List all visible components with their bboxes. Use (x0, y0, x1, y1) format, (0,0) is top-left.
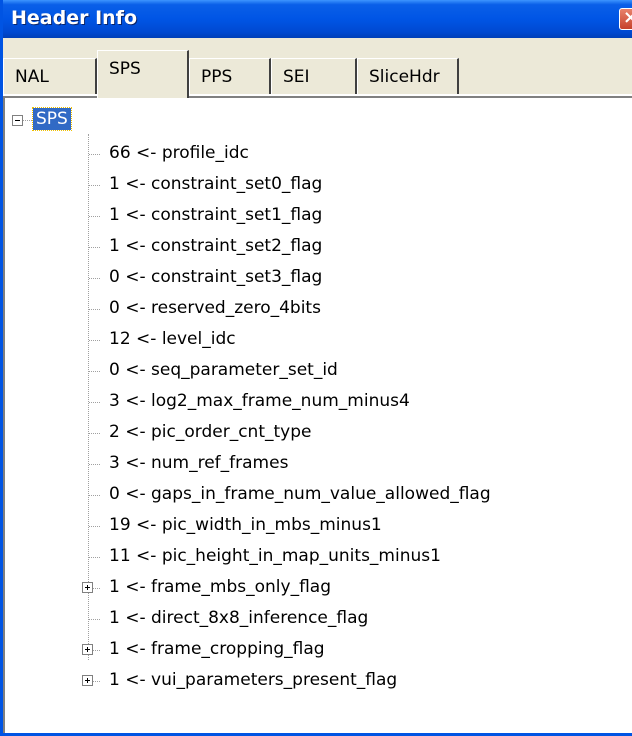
tree-item[interactable]: 3 <- num_ref_frames (5, 449, 625, 479)
expand-icon[interactable] (82, 582, 93, 593)
tree-item-expandable[interactable]: 1 <- frame_mbs_only_flag (5, 573, 625, 603)
header-info-window: Header Info × NAL SPS PPS SEI SliceHdr S… (0, 0, 632, 736)
tree-item[interactable]: 0 <- seq_parameter_set_id (5, 356, 625, 386)
close-button[interactable]: × (619, 7, 632, 30)
collapse-icon[interactable] (12, 115, 23, 126)
tab-label: NAL (15, 67, 49, 87)
tab-label: SliceHdr (369, 67, 440, 87)
tree-item[interactable]: 3 <- log2_max_frame_num_minus4 (5, 387, 625, 417)
tree-item-expandable[interactable]: 1 <- vui_parameters_present_flag (5, 666, 625, 696)
tab-label: SPS (109, 59, 141, 79)
tree-item[interactable]: 12 <- level_idc (5, 325, 625, 355)
tab-label: SEI (283, 67, 310, 87)
window-title: Header Info (11, 7, 137, 29)
tree-item[interactable]: 0 <- constraint_set3_flag (5, 263, 625, 293)
tree-item[interactable]: 1 <- direct_8x8_inference_flag (5, 604, 625, 634)
tree-item-expandable[interactable]: 1 <- frame_cropping_flag (5, 635, 625, 665)
tree-item[interactable]: 0 <- gaps_in_frame_num_value_allowed_fla… (5, 480, 625, 510)
tab-label: PPS (201, 67, 233, 87)
tab-sei[interactable]: SEI (271, 58, 357, 96)
tree-view[interactable]: SPS 66 <- profile_idc 1 <- constraint_se… (3, 96, 632, 733)
tree-item[interactable]: 11 <- pic_height_in_map_units_minus1 (5, 542, 625, 572)
title-bar[interactable]: Header Info × (3, 0, 632, 38)
expand-icon[interactable] (82, 644, 93, 655)
tab-strip: NAL SPS PPS SEI SliceHdr (3, 38, 632, 98)
tree-item[interactable]: 19 <- pic_width_in_mbs_minus1 (5, 511, 625, 541)
tree-root-sps[interactable]: SPS (32, 107, 72, 131)
close-icon: × (623, 7, 632, 28)
tree-item[interactable]: 66 <- profile_idc (5, 139, 625, 169)
tab-sps[interactable]: SPS (97, 50, 189, 98)
tab-pps[interactable]: PPS (189, 58, 271, 96)
tab-slicehdr[interactable]: SliceHdr (357, 58, 459, 96)
tree-connector (23, 120, 32, 121)
tab-nal[interactable]: NAL (3, 58, 97, 96)
tree-item[interactable]: 0 <- reserved_zero_4bits (5, 294, 625, 324)
tree-item[interactable]: 1 <- constraint_set1_flag (5, 201, 625, 231)
expand-icon[interactable] (82, 675, 93, 686)
tree-item[interactable]: 1 <- constraint_set2_flag (5, 232, 625, 262)
tree-item[interactable]: 1 <- constraint_set0_flag (5, 170, 625, 200)
tree-item[interactable]: 2 <- pic_order_cnt_type (5, 418, 625, 448)
